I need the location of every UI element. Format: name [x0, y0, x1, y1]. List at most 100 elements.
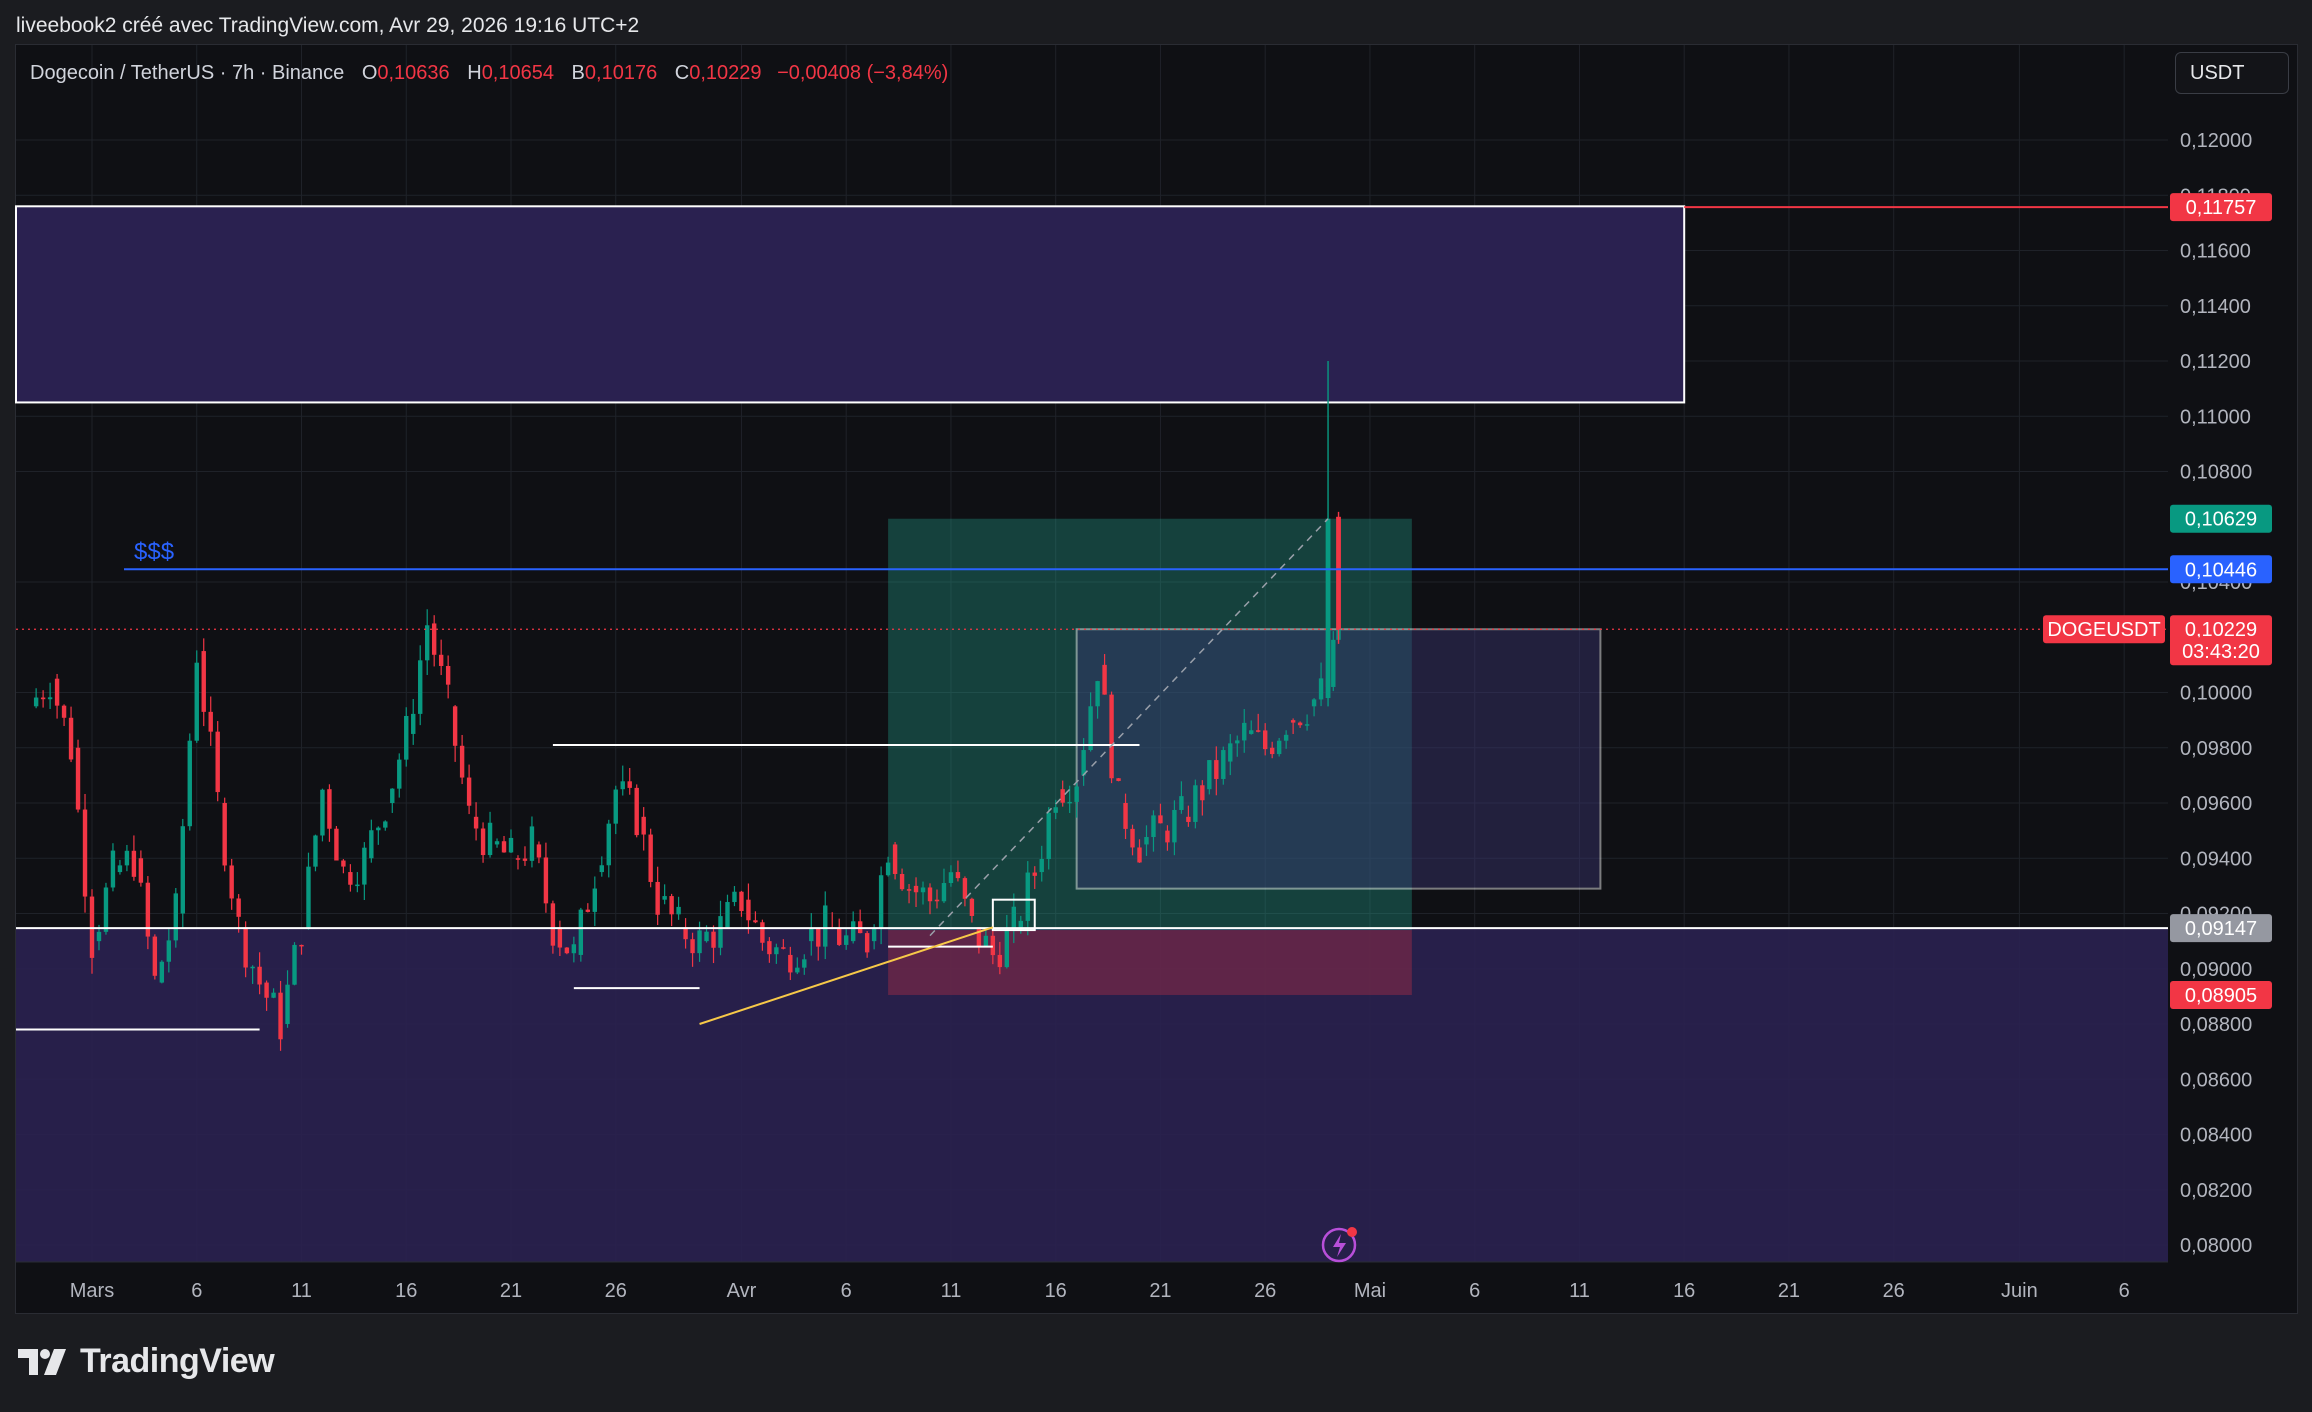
candle-body [669, 896, 674, 915]
candle-body [334, 828, 339, 861]
price-tick-label: 0,08600 [2180, 1069, 2252, 1091]
time-tick-label: 16 [395, 1280, 417, 1302]
candle-body [578, 909, 584, 955]
price-tick-label: 0,08000 [2180, 1235, 2252, 1257]
candle-body [662, 896, 667, 900]
candle-body [606, 823, 611, 866]
candle-body [418, 660, 423, 714]
candle-body [1276, 740, 1282, 755]
open-value: 0,10636 [377, 62, 450, 84]
position-stop-zone [888, 930, 1412, 995]
candle-body [934, 899, 940, 902]
price-label: 0,11757 [2186, 197, 2257, 219]
candle-body [997, 954, 1003, 968]
candle-body [173, 893, 178, 941]
candle-body [438, 654, 444, 666]
candle-body [1144, 837, 1149, 845]
candle-body [208, 711, 213, 732]
time-tick-label: Juin [2001, 1280, 2038, 1302]
candle-body [1060, 789, 1065, 803]
candle-body [54, 678, 60, 706]
tradingview-icon [18, 1348, 66, 1375]
candle-body [1336, 516, 1341, 630]
time-tick-label: 6 [841, 1280, 852, 1302]
candle-body [473, 816, 479, 829]
candle-body [753, 920, 758, 923]
candle-body [1137, 847, 1142, 863]
candle-body [452, 706, 458, 746]
candle-body [983, 935, 989, 947]
brand-name: TradingView [80, 1342, 275, 1380]
candle-body [243, 927, 248, 968]
candle-body [837, 928, 842, 945]
candle-body [264, 982, 269, 998]
candle-body [222, 803, 227, 866]
candle-body [1325, 518, 1331, 699]
candle-body [899, 873, 905, 890]
candle-body [913, 885, 919, 893]
candle-body [369, 830, 374, 859]
candle-body [1179, 796, 1184, 810]
time-tick-label: 26 [605, 1280, 627, 1302]
candle-body [1221, 750, 1226, 779]
price-label: 0,08905 [2185, 985, 2257, 1007]
low-value: 0,10176 [584, 62, 658, 84]
time-tick-label: 11 [1569, 1280, 1590, 1302]
price-tick-label: 0,12000 [2180, 130, 2252, 152]
candle-body [1130, 828, 1135, 848]
currency-button[interactable]: USDT [2175, 52, 2289, 94]
candle-body [75, 747, 81, 810]
candle-body [1318, 678, 1324, 700]
candle-body [1269, 747, 1275, 755]
candle-body [990, 935, 996, 956]
candle-body [1242, 722, 1247, 741]
candle-body [760, 922, 765, 943]
price-chart[interactable]: $$$ 0,120000,118000,116000,114000,112000… [0, 0, 2312, 1412]
price-tick-label: 0,09800 [2180, 738, 2252, 760]
candle-body [1165, 830, 1170, 843]
candle-body [229, 865, 234, 899]
candle-body [285, 984, 290, 1024]
candle-body [1102, 664, 1107, 695]
candle-body [774, 947, 779, 955]
resistance-zone [15, 205, 1686, 404]
candle-body [313, 835, 318, 867]
candle-body [271, 992, 276, 998]
candle-body [348, 872, 353, 885]
candle-body [809, 928, 814, 942]
candle-body [1018, 920, 1023, 928]
high-value: 0,10654 [481, 62, 554, 84]
price-tick-label: 0,10800 [2180, 462, 2252, 484]
candle-body [536, 844, 542, 858]
candle-body [746, 899, 751, 921]
symbol-legend: Dogecoin / TetherUS · 7h · Binance O0,10… [30, 62, 948, 85]
candle-body [1263, 730, 1268, 750]
candle-body [431, 623, 437, 655]
candle-body [1053, 807, 1058, 813]
candle-body [571, 944, 577, 954]
candle-body [397, 759, 402, 789]
candle-body [1228, 743, 1233, 762]
price-label: 0,10629 [2185, 509, 2257, 531]
time-tick-label: 21 [1149, 1280, 1171, 1302]
candle-body [68, 717, 74, 760]
candle-body [1123, 803, 1128, 829]
price-tick-label: 0,08400 [2180, 1125, 2252, 1147]
candle-body [1193, 785, 1198, 822]
candle-body [864, 933, 870, 953]
candle-body [320, 789, 325, 836]
candle-body [96, 931, 102, 942]
candle-body [844, 935, 849, 945]
candle-body [411, 713, 416, 734]
candle-body [445, 665, 451, 685]
candle-body [1109, 694, 1114, 779]
candle-body [194, 662, 199, 741]
candle-body [850, 921, 856, 942]
high-label: H [467, 62, 482, 84]
candle-body [529, 826, 535, 861]
candle-body [962, 878, 968, 899]
candle-body [47, 697, 53, 700]
candle-body [1186, 816, 1191, 822]
candle-body [592, 888, 597, 912]
candle-body [110, 850, 116, 888]
